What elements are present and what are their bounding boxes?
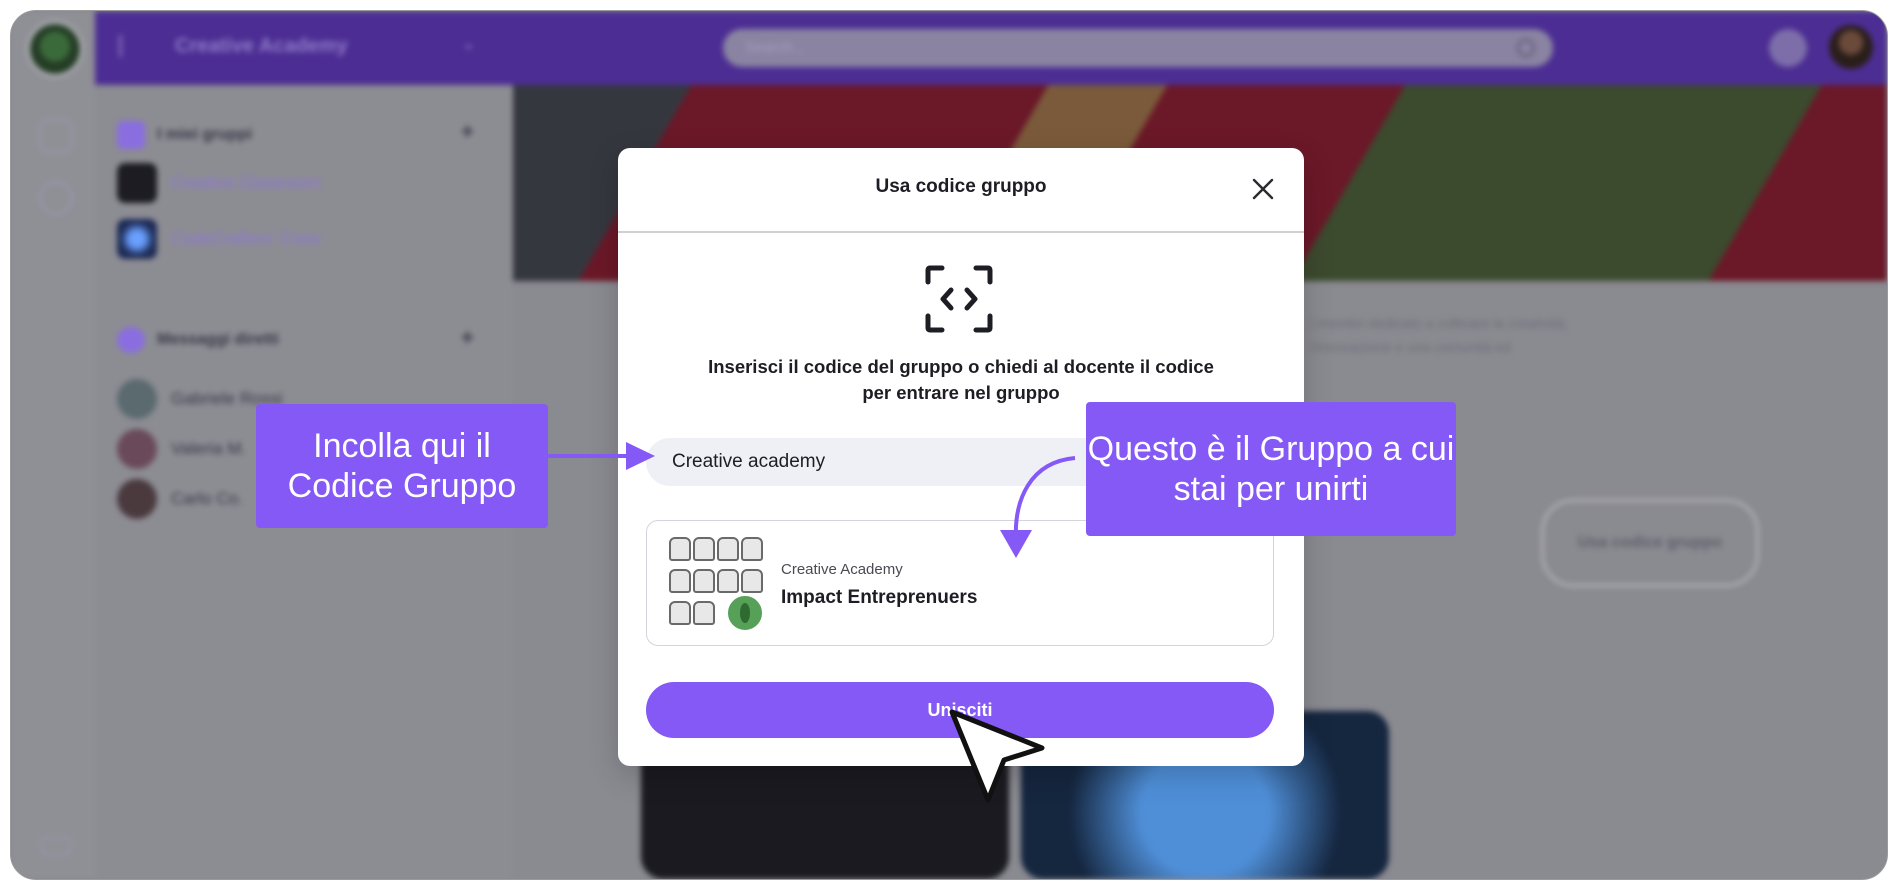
group-thumbnail	[117, 163, 157, 203]
paste-code-callout: Incolla qui il Codice Gruppo	[256, 404, 548, 528]
code-scan-icon	[925, 265, 993, 333]
avatar	[117, 379, 157, 419]
sidebar-item-label: CodeCrafters' Crew	[171, 229, 320, 248]
group-description: i membri dedicato a coltivare la creativ…	[1311, 315, 1568, 355]
collapse-sidebar-icon[interactable]	[119, 35, 146, 57]
keyboard-icon[interactable]	[41, 837, 71, 855]
settings-icon[interactable]	[1769, 29, 1807, 67]
group-logo-icon	[725, 593, 765, 633]
dialog-instruction: Inserisci il codice del gruppo o chiedi …	[708, 356, 1214, 403]
user-avatar[interactable]	[1829, 25, 1873, 69]
app-title: Creative Academy	[175, 35, 348, 57]
avatar	[117, 429, 157, 469]
group-info-callout: Questo è il Gruppo a cui stai per unirti	[1086, 402, 1456, 536]
home-icon[interactable]	[39, 119, 73, 153]
dialog-divider	[618, 231, 1304, 233]
top-bar: Creative Academy ⌄ Search...	[95, 11, 1887, 85]
groups-icon	[117, 121, 145, 149]
messages-icon	[117, 327, 145, 353]
sidebar-item-label: Carlo Co.	[171, 489, 243, 508]
group-name: Impact Entreprenuers	[781, 587, 978, 608]
search-input[interactable]: Search...	[723, 29, 1553, 67]
dm-header: Messaggi diretti	[117, 327, 279, 353]
avatar	[117, 479, 157, 519]
group-preview-card: Creative Academy Impact Entreprenuers	[646, 520, 1274, 646]
add-group-button[interactable]: +	[461, 119, 474, 145]
groups-header-label: I miei gruppi	[157, 126, 253, 143]
dm-header-label: Messaggi diretti	[157, 331, 279, 348]
use-code-button[interactable]: Usa codice gruppo	[1541, 499, 1759, 587]
academy-logo[interactable]	[27, 21, 83, 77]
group-thumbnail	[665, 535, 765, 633]
group-organization: Creative Academy	[781, 561, 903, 578]
sidebar-item-group[interactable]: CodeCrafters' Crew	[117, 219, 320, 259]
sidebar-item-dm[interactable]: Carlo Co.	[117, 479, 243, 519]
dialog-title: Usa codice gruppo	[875, 176, 1047, 197]
chat-icon[interactable]	[39, 181, 73, 215]
join-button[interactable]: Unisciti	[646, 682, 1274, 738]
close-icon[interactable]	[1250, 176, 1276, 202]
sidebar-item-label: Valeria M.	[171, 439, 247, 458]
group-thumbnail	[117, 219, 157, 259]
sidebar-item-label: Creative Classroom	[171, 173, 321, 192]
groups-header: I miei gruppi	[117, 121, 252, 149]
app-window: Creative Academy ⌄ Search... I miei grup…	[10, 10, 1888, 880]
sidebar-item-group[interactable]: Creative Classroom	[117, 163, 320, 203]
search-icon[interactable]	[1517, 39, 1535, 57]
add-dm-button[interactable]: +	[461, 325, 474, 351]
left-rail	[11, 11, 95, 879]
sidebar-item-dm[interactable]: Valeria M.	[117, 429, 246, 469]
search-placeholder: Search...	[745, 39, 806, 56]
chevron-down-icon[interactable]: ⌄	[461, 33, 476, 54]
